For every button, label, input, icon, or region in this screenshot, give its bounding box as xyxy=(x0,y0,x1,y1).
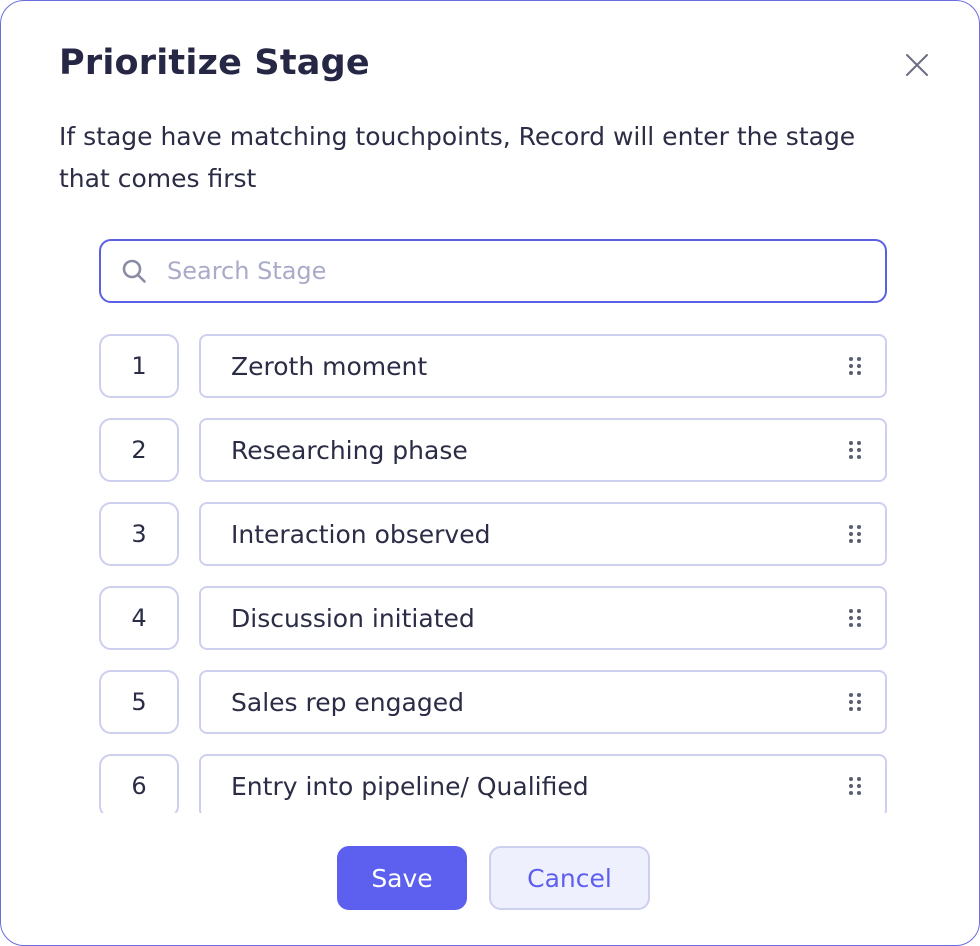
stage-row: 4 Discussion initiated xyxy=(99,586,889,650)
stage-label: Interaction observed xyxy=(231,519,491,549)
stage-rank: 3 xyxy=(99,502,179,566)
drag-handle-icon[interactable] xyxy=(845,690,865,714)
drag-handle-icon[interactable] xyxy=(845,606,865,630)
stage-label: Zeroth moment xyxy=(231,351,428,381)
stage-label: Sales rep engaged xyxy=(231,687,464,717)
dialog-title: Prioritize Stage xyxy=(59,43,370,83)
stage-rank: 1 xyxy=(99,334,179,398)
stage-list[interactable]: 1 Zeroth moment 2 Researching phase 3 In… xyxy=(99,334,889,813)
save-button[interactable]: Save xyxy=(337,846,467,910)
drag-handle-icon[interactable] xyxy=(845,774,865,798)
stage-label: Discussion initiated xyxy=(231,603,475,633)
stage-item[interactable]: Sales rep engaged xyxy=(199,670,887,734)
stage-row: 3 Interaction observed xyxy=(99,502,889,566)
stage-label: Researching phase xyxy=(231,435,468,465)
stage-row: 6 Entry into pipeline/ Qualified xyxy=(99,754,889,813)
stage-rank: 4 xyxy=(99,586,179,650)
stage-row: 1 Zeroth moment xyxy=(99,334,889,398)
stage-row: 5 Sales rep engaged xyxy=(99,670,889,734)
search-input[interactable] xyxy=(167,251,885,291)
stage-rank: 2 xyxy=(99,418,179,482)
stage-item[interactable]: Entry into pipeline/ Qualified xyxy=(199,754,887,813)
stage-label: Entry into pipeline/ Qualified xyxy=(231,771,589,801)
drag-handle-icon[interactable] xyxy=(845,522,865,546)
stage-item[interactable]: Interaction observed xyxy=(199,502,887,566)
close-icon xyxy=(906,54,928,76)
prioritize-stage-dialog: Prioritize Stage If stage have matching … xyxy=(0,0,980,946)
close-button[interactable] xyxy=(899,47,935,83)
cancel-button[interactable]: Cancel xyxy=(489,846,650,910)
stage-row: 2 Researching phase xyxy=(99,418,889,482)
search-box[interactable] xyxy=(99,239,887,303)
stage-item[interactable]: Zeroth moment xyxy=(199,334,887,398)
stage-item[interactable]: Discussion initiated xyxy=(199,586,887,650)
drag-handle-icon[interactable] xyxy=(845,354,865,378)
dialog-description: If stage have matching touchpoints, Reco… xyxy=(59,122,856,193)
stage-rank: 5 xyxy=(99,670,179,734)
search-icon xyxy=(121,258,147,284)
drag-handle-icon[interactable] xyxy=(845,438,865,462)
stage-rank: 6 xyxy=(99,754,179,813)
stage-item[interactable]: Researching phase xyxy=(199,418,887,482)
